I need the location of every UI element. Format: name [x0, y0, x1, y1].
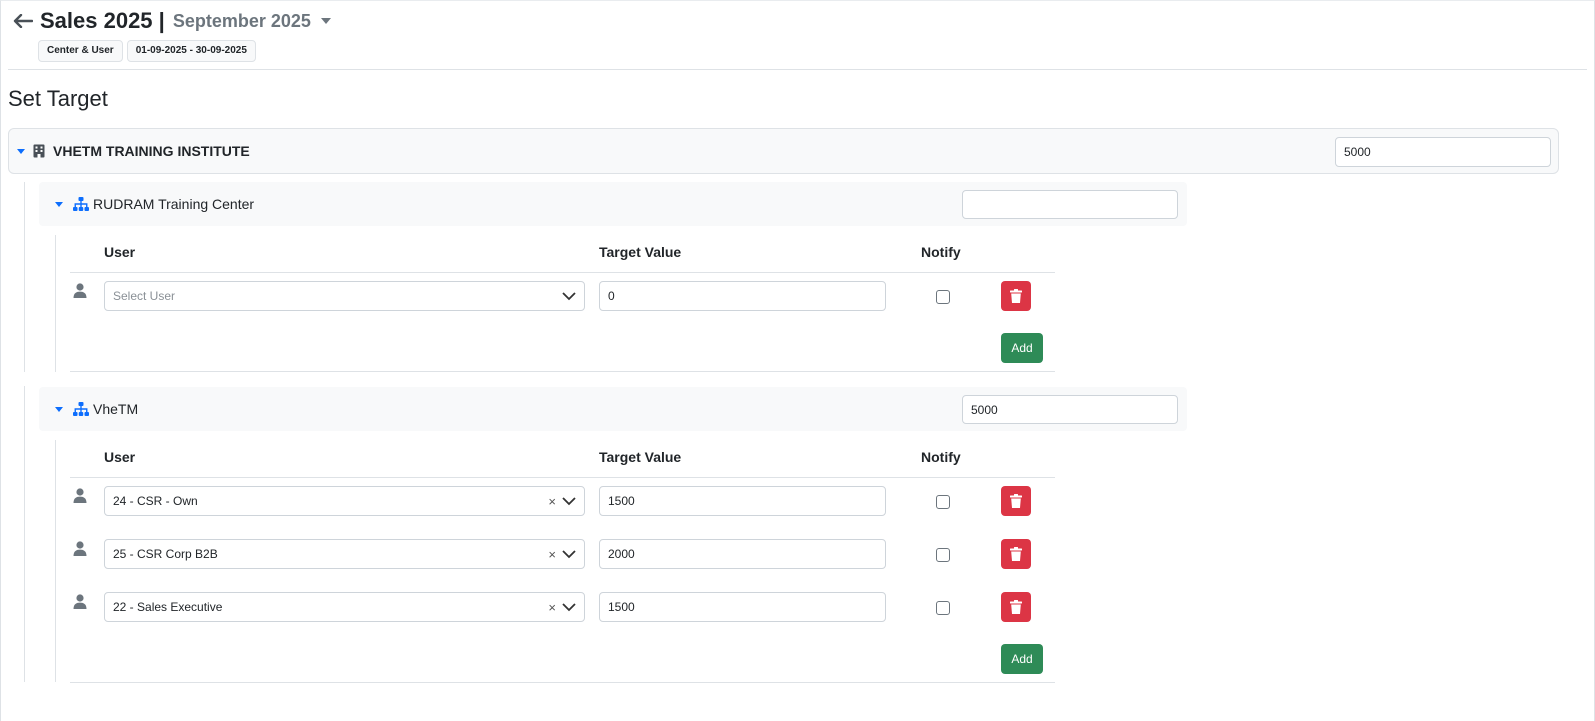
chevron-down-icon[interactable]: [562, 496, 576, 506]
col-header-notify: Notify: [921, 244, 961, 260]
clear-icon[interactable]: ×: [548, 600, 556, 615]
filter-badges: Center & User 01-09-2025 - 30-09-2025: [38, 40, 256, 62]
center-target-input[interactable]: [962, 395, 1178, 424]
period-dropdown[interactable]: September 2025: [173, 11, 331, 32]
delete-row-button[interactable]: [1001, 486, 1031, 516]
col-header-user: User: [104, 244, 136, 260]
building-icon: [33, 144, 45, 158]
user-icon: [73, 594, 87, 610]
delete-row-button[interactable]: [1001, 281, 1031, 311]
sitemap-icon: [73, 197, 89, 211]
page-header: Sales 2025 | September 2025: [12, 8, 331, 34]
notify-checkbox[interactable]: [936, 601, 950, 615]
center-name: RUDRAM Training Center: [93, 196, 255, 212]
divider: [8, 69, 1587, 70]
sitemap-icon: [73, 402, 89, 416]
table-divider: [70, 272, 1055, 273]
back-arrow-icon[interactable]: [12, 10, 34, 32]
user-select-placeholder: Select User: [113, 289, 176, 303]
table-bottom-border: [70, 371, 1055, 372]
clear-icon[interactable]: ×: [548, 547, 556, 562]
trash-icon: [1010, 547, 1022, 561]
target-value-input[interactable]: [599, 539, 886, 569]
collapse-caret-icon[interactable]: [55, 406, 63, 412]
tree-guide-line: [55, 235, 56, 372]
col-header-notify: Notify: [921, 449, 961, 465]
table-bottom-border: [70, 682, 1055, 683]
organization-name: VHETM TRAINING INSTITUTE: [53, 143, 250, 159]
col-header-target-value: Target Value: [599, 244, 682, 260]
organization-target-input[interactable]: [1335, 137, 1551, 167]
center-name: VheTM: [93, 401, 139, 417]
user-select[interactable]: Select User: [104, 281, 585, 311]
col-header-target-value: Target Value: [599, 449, 682, 465]
user-icon: [73, 488, 87, 504]
collapse-caret-icon[interactable]: [55, 201, 63, 207]
notify-checkbox[interactable]: [936, 290, 950, 304]
trash-icon: [1010, 600, 1022, 614]
tree-guide-line: [24, 386, 25, 682]
badge-scope: Center & User: [38, 40, 123, 62]
user-icon: [73, 541, 87, 557]
delete-row-button[interactable]: [1001, 592, 1031, 622]
tree-guide-line: [55, 440, 56, 682]
period-label: September 2025: [172, 10, 311, 31]
target-value-input[interactable]: [599, 486, 886, 516]
notify-checkbox[interactable]: [936, 548, 950, 562]
clear-icon[interactable]: ×: [548, 494, 556, 509]
target-value-input[interactable]: [599, 281, 886, 311]
notify-checkbox[interactable]: [936, 495, 950, 509]
center-row-vhetm: VheTM: [39, 387, 1187, 431]
add-row-button[interactable]: Add: [1001, 333, 1043, 363]
section-title: Set Target: [8, 86, 108, 111]
center-target-input[interactable]: [962, 190, 1178, 219]
user-select[interactable]: 24 - CSR - Own ×: [104, 486, 585, 516]
caret-down-icon: [320, 18, 331, 24]
table-divider: [70, 477, 1055, 478]
tree-guide-line: [24, 182, 25, 372]
page-title: Sales 2025 |: [40, 8, 165, 33]
col-header-user: User: [104, 449, 136, 465]
trash-icon: [1010, 494, 1022, 508]
organization-row: VHETM TRAINING INSTITUTE: [8, 128, 1559, 174]
collapse-caret-icon[interactable]: [17, 148, 25, 154]
badge-date-range: 01-09-2025 - 30-09-2025: [126, 40, 256, 62]
chevron-down-icon[interactable]: [562, 549, 576, 559]
user-select-value: 24 - CSR - Own: [113, 494, 198, 508]
chevron-down-icon[interactable]: [562, 291, 576, 301]
user-select-value: 25 - CSR Corp B2B: [113, 547, 218, 561]
user-icon: [73, 283, 87, 299]
chevron-down-icon[interactable]: [562, 602, 576, 612]
trash-icon: [1010, 289, 1022, 303]
add-row-button[interactable]: Add: [1001, 644, 1043, 674]
user-select[interactable]: 25 - CSR Corp B2B ×: [104, 539, 585, 569]
target-value-input[interactable]: [599, 592, 886, 622]
user-select[interactable]: 22 - Sales Executive ×: [104, 592, 585, 622]
delete-row-button[interactable]: [1001, 539, 1031, 569]
center-row-rudram: RUDRAM Training Center: [39, 182, 1187, 226]
user-select-value: 22 - Sales Executive: [113, 600, 223, 614]
